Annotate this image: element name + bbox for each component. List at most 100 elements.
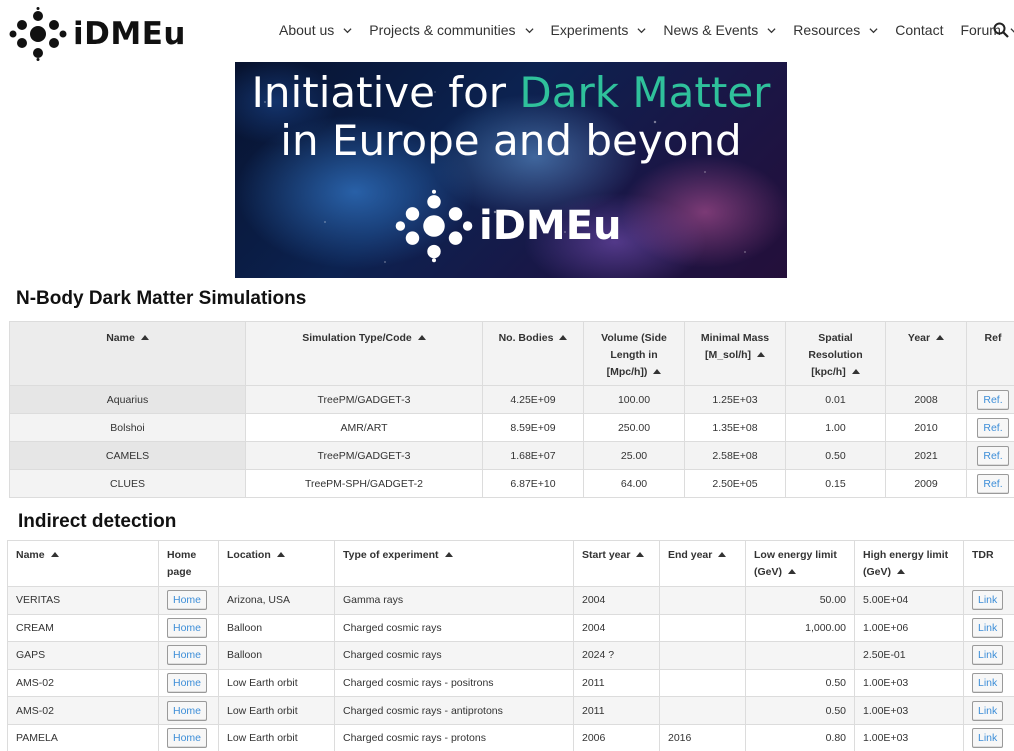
banner-logo-text: iDMEu [479, 203, 622, 249]
column-header-location[interactable]: Location [218, 540, 335, 587]
cell-name: GAPS [7, 641, 159, 670]
nav-resources[interactable]: Resources [793, 22, 878, 38]
column-header-year[interactable]: Year [885, 321, 967, 386]
home-button[interactable]: Home [167, 700, 208, 721]
cell-end-year [659, 613, 746, 643]
header-label: Type of experiment [343, 549, 439, 561]
home-button[interactable]: Home [167, 645, 208, 666]
ref-button[interactable]: Ref. [977, 445, 1009, 466]
ref-button[interactable]: Ref. [977, 473, 1009, 494]
table-row: PAMELA Home Low Earth orbit Charged cosm… [7, 723, 1014, 751]
chevron-down-icon [525, 27, 534, 33]
cell-high-energy: 1.00E+03 [854, 668, 964, 698]
cell-bodies: 8.59E+09 [482, 413, 584, 442]
ref-button[interactable]: Ref. [977, 417, 1009, 438]
sort-asc-icon[interactable] [559, 335, 568, 340]
column-header-name[interactable]: Name [9, 321, 246, 386]
cell-type: Charged cosmic rays [334, 613, 574, 643]
header-label: No. Bodies [498, 332, 554, 344]
cell-high-energy: 5.00E+04 [854, 586, 964, 615]
search-icon[interactable] [993, 22, 1009, 38]
cell-code: AMR/ART [245, 413, 483, 442]
tdr-link-button[interactable]: Link [972, 673, 1004, 694]
column-header-type[interactable]: Type of experiment [334, 540, 574, 587]
cell-mass: 1.35E+08 [684, 413, 786, 442]
cell-start-year: 2004 [573, 586, 660, 615]
cell-tdr: Link [963, 668, 1014, 698]
nav-label: Resources [793, 22, 861, 38]
cell-low-energy: 0.50 [745, 668, 855, 698]
sort-asc-icon[interactable] [636, 552, 645, 557]
cell-location: Balloon [218, 613, 335, 643]
column-header-resolution[interactable]: Spatial Resolution [kpc/h] [785, 321, 886, 386]
cell-name: Bolshoi [9, 413, 246, 442]
cell-home: Home [158, 696, 219, 725]
sort-asc-icon[interactable] [140, 335, 149, 340]
column-header-name[interactable]: Name [7, 540, 159, 587]
nav-experiments[interactable]: Experiments [551, 22, 647, 38]
column-header-end-year[interactable]: End year [659, 540, 746, 587]
sort-asc-icon[interactable] [417, 335, 426, 340]
cell-low-energy: 0.50 [745, 696, 855, 725]
chevron-down-icon [869, 27, 878, 33]
cell-type: Charged cosmic rays - positrons [334, 668, 574, 698]
cell-name: PAMELA [7, 723, 159, 751]
home-button[interactable]: Home [167, 673, 208, 694]
sort-asc-icon[interactable] [653, 369, 662, 374]
table-row: CREAM Home Balloon Charged cosmic rays 2… [7, 613, 1014, 643]
column-header-start-year[interactable]: Start year [573, 540, 660, 587]
sort-asc-icon[interactable] [897, 569, 906, 574]
site-logo[interactable]: iDMEu [9, 7, 186, 61]
header-label: Name [106, 332, 135, 344]
cell-name: CAMELS [9, 441, 246, 470]
table-row: Aquarius TreePM/GADGET-3 4.25E+09 100.00… [9, 385, 1014, 414]
ref-button[interactable]: Ref. [977, 389, 1009, 410]
tdr-link-button[interactable]: Link [972, 590, 1004, 611]
tdr-link-button[interactable]: Link [972, 728, 1004, 749]
column-header-bodies[interactable]: No. Bodies [482, 321, 584, 386]
nav-label: News & Events [663, 22, 759, 38]
tdr-link-button[interactable]: Link [972, 645, 1004, 666]
column-header-volume[interactable]: Volume (Side Length in [Mpc/h]) [583, 321, 685, 386]
sort-asc-icon[interactable] [50, 552, 59, 557]
table-row: CLUES TreePM-SPH/GADGET-2 6.87E+10 64.00… [9, 469, 1014, 498]
cell-high-energy: 2.50E-01 [854, 641, 964, 670]
column-header-high-energy[interactable]: High energy limit (GeV) [854, 540, 964, 587]
cell-ref: Ref. [966, 413, 1014, 442]
header-label: TDR [972, 549, 994, 561]
cell-type: Charged cosmic rays - protons [334, 723, 574, 751]
cell-resolution: 0.01 [785, 385, 886, 414]
nav-label: Experiments [550, 22, 629, 38]
banner-headline-line2: in Europe and beyond [280, 116, 742, 165]
tdr-link-button[interactable]: Link [972, 617, 1004, 638]
table-row: AMS-02 Home Low Earth orbit Charged cosm… [7, 668, 1014, 698]
sort-asc-icon[interactable] [757, 352, 766, 357]
column-header-low-energy[interactable]: Low energy limit (GeV) [745, 540, 855, 587]
home-button[interactable]: Home [167, 590, 208, 611]
cell-code: TreePM-SPH/GADGET-2 [245, 469, 483, 498]
banner-highlight: Dark Matter [519, 68, 771, 117]
nav-about-us[interactable]: About us [279, 22, 352, 38]
cell-low-energy: 1,000.00 [745, 613, 855, 643]
hero-banner: Initiative for Dark Matter in Europe and… [235, 62, 787, 278]
table-row: AMS-02 Home Low Earth orbit Charged cosm… [7, 696, 1014, 725]
sort-asc-icon[interactable] [444, 552, 453, 557]
nav-projects-communities[interactable]: Projects & communities [369, 22, 534, 38]
nav-news-events[interactable]: News & Events [663, 22, 776, 38]
column-header-mass[interactable]: Minimal Mass [M_sol/h] [684, 321, 786, 386]
sort-asc-icon[interactable] [718, 552, 727, 557]
cell-location: Balloon [218, 641, 335, 670]
column-header-code[interactable]: Simulation Type/Code [245, 321, 483, 386]
column-header-ref: Ref [966, 321, 1014, 386]
sort-asc-icon[interactable] [851, 369, 860, 374]
cell-location: Arizona, USA [218, 586, 335, 615]
sort-asc-icon[interactable] [788, 569, 797, 574]
home-button[interactable]: Home [167, 617, 208, 638]
sort-asc-icon[interactable] [936, 335, 945, 340]
tdr-link-button[interactable]: Link [972, 700, 1004, 721]
sort-asc-icon[interactable] [276, 552, 285, 557]
cell-home: Home [158, 586, 219, 615]
home-button[interactable]: Home [167, 728, 208, 749]
nav-contact[interactable]: Contact [895, 22, 943, 38]
chevron-down-icon [343, 27, 352, 33]
